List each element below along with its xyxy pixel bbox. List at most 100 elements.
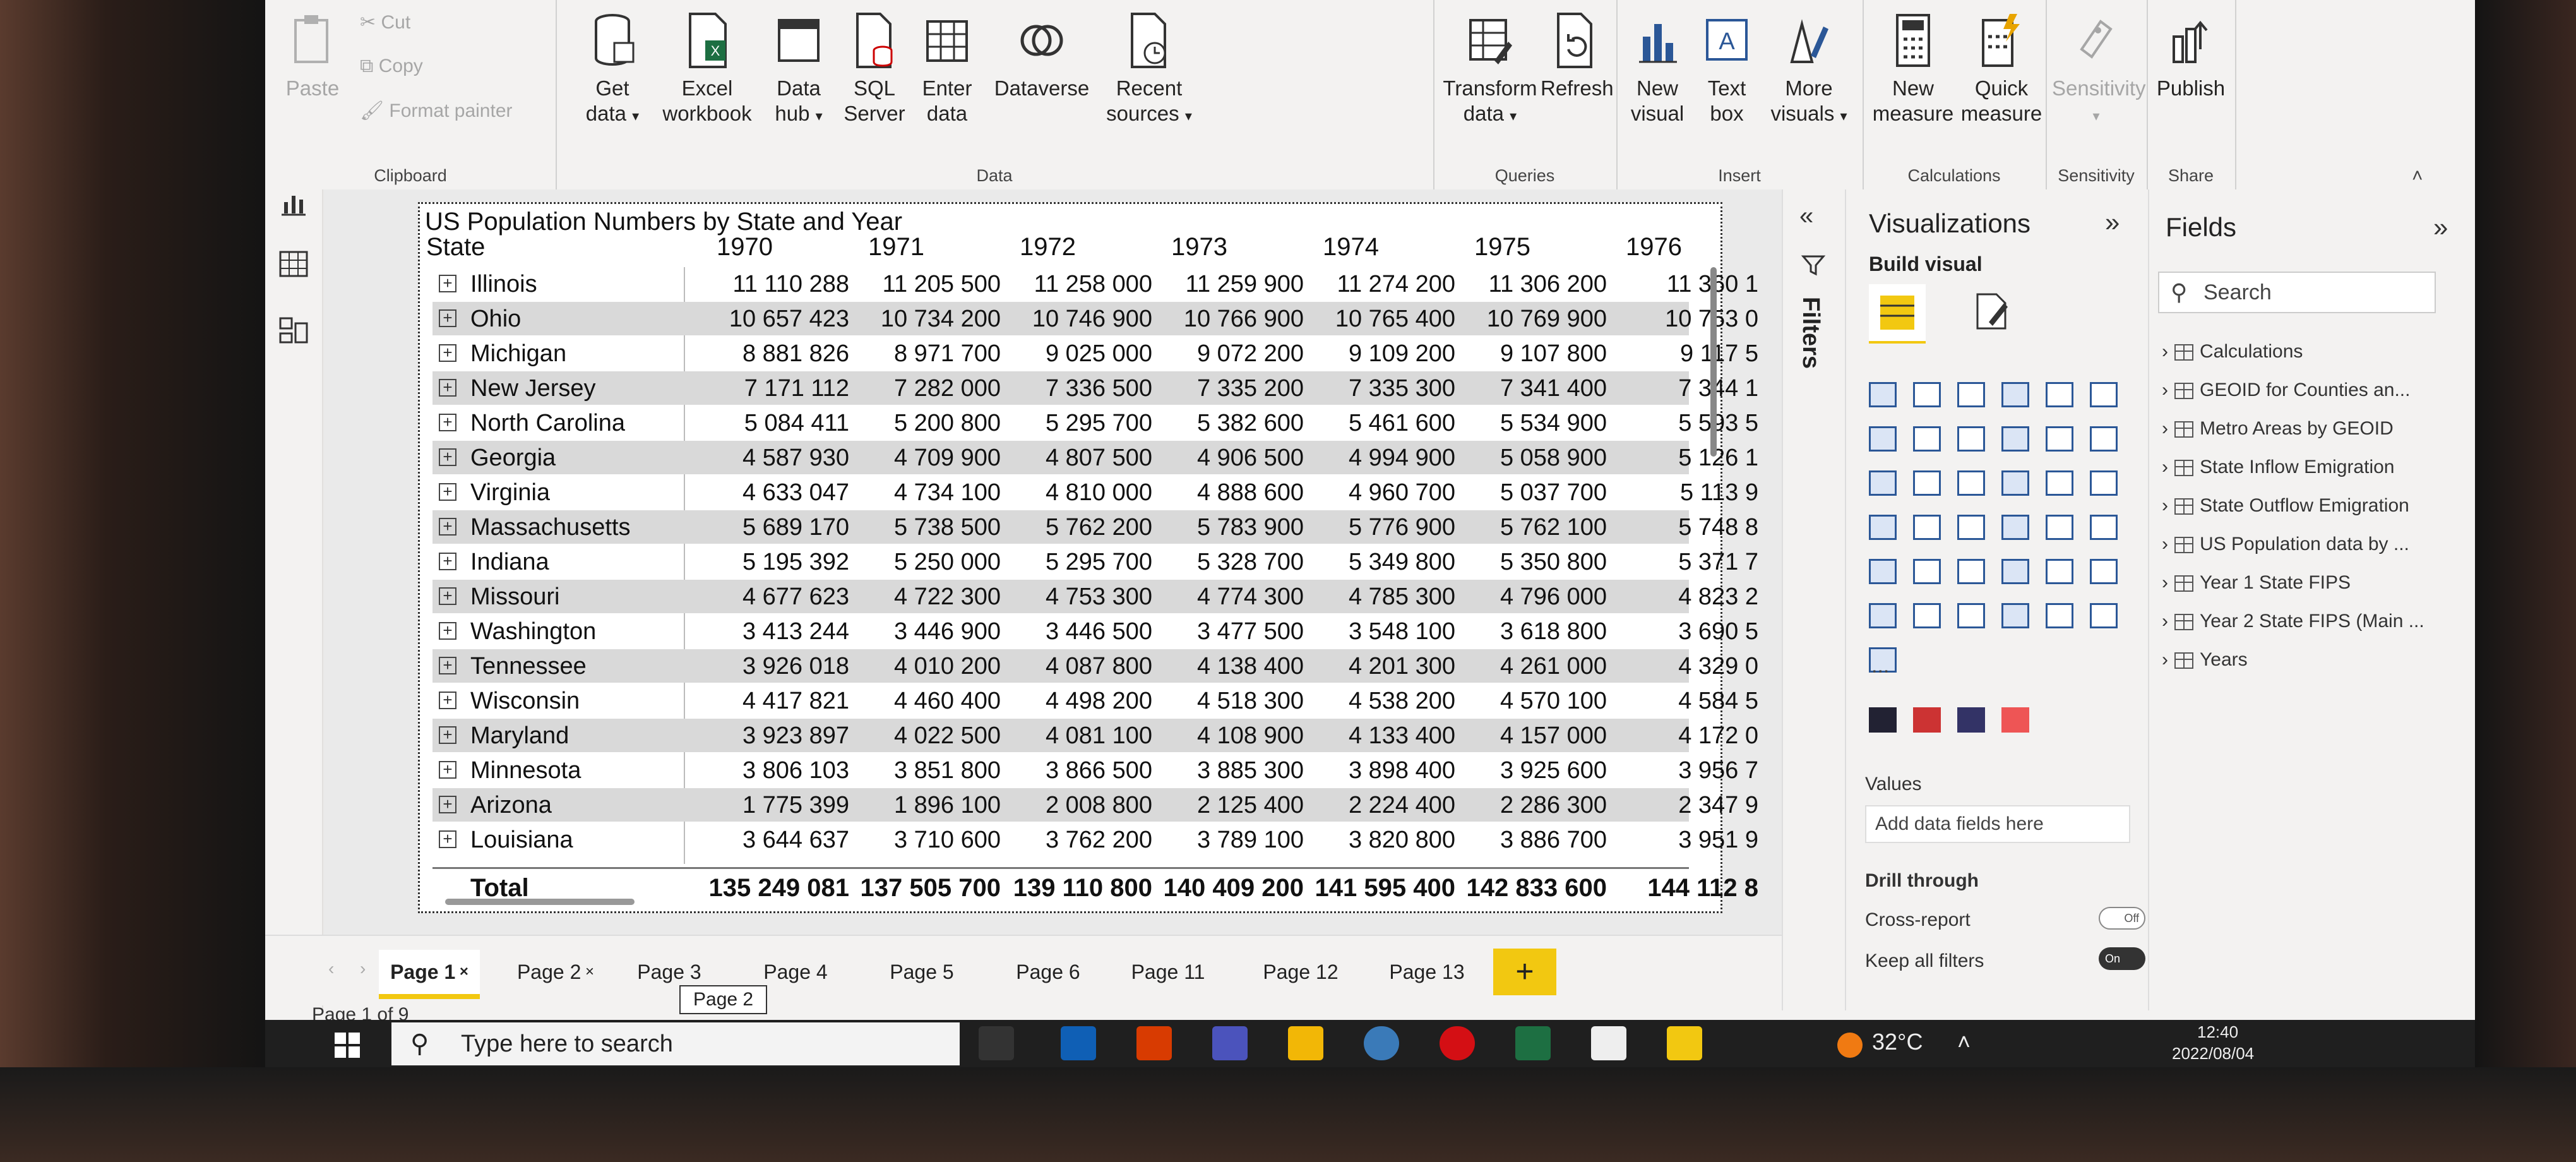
filters-pane[interactable]: « Filters	[1782, 189, 1846, 1010]
stacked-area-icon[interactable]	[1957, 426, 1985, 452]
quick-measure-button[interactable]: Quick measure	[1957, 11, 2046, 126]
close-tab-icon[interactable]: ×	[581, 963, 594, 980]
table-row[interactable]: + Virginia 4 633 047 4 734 100 4 810 000 4 88…	[432, 476, 1758, 509]
excel-workbook-button[interactable]: X Excel workbook	[660, 11, 754, 126]
paginated-report-icon[interactable]	[2001, 603, 2029, 628]
page-tab[interactable]: Page 2 ×	[505, 950, 606, 994]
clustered-bar-icon[interactable]	[1957, 382, 1985, 407]
column-header-year[interactable]: 1974	[1323, 233, 1379, 261]
data-hub-button[interactable]: Data hub ▾	[764, 11, 833, 129]
table-row[interactable]: + Washington 3 413 244 3 446 900 3 446 500 3 …	[432, 614, 1758, 648]
expand-row-icon[interactable]: +	[439, 275, 456, 292]
line-chart-icon[interactable]	[1869, 426, 1897, 452]
scroll-tabs-left-icon[interactable]: ‹	[328, 959, 334, 979]
clock-time[interactable]: 12:40	[2197, 1022, 2238, 1042]
cut-button[interactable]: ✂ Cut	[360, 11, 410, 33]
r-visual-icon[interactable]	[2001, 559, 2029, 584]
copy-button[interactable]: ⧉ Copy	[360, 56, 423, 77]
field-table-item[interactable]: › Calculations	[2162, 341, 2303, 362]
teams-icon[interactable]	[1212, 1026, 1248, 1060]
multirow-card-icon[interactable]	[2046, 515, 2073, 540]
field-table-item[interactable]: › Metro Areas by GEOID	[2162, 418, 2394, 440]
scatter-icon[interactable]	[1957, 470, 1985, 496]
sensitivity-button[interactable]: Sensitivity ▾	[2052, 11, 2146, 129]
field-table-item[interactable]: › State Inflow Emigration	[2162, 457, 2394, 478]
fields-search-input[interactable]: ⚲ Search	[2158, 272, 2436, 313]
table-row[interactable]: + Ohio 10 657 423 10 734 200 10 746 900 10 76…	[432, 302, 1758, 335]
page-tab[interactable]: Page 1 ×	[379, 950, 480, 999]
excel-taskbar-icon[interactable]	[1515, 1026, 1551, 1060]
slicer-icon[interactable]	[1869, 559, 1897, 584]
table-row[interactable]: + New Jersey 7 171 112 7 282 000 7 336 500 7 …	[432, 371, 1758, 405]
cross-report-toggle[interactable]: Off	[2099, 907, 2145, 930]
report-view-icon[interactable]	[278, 189, 309, 219]
add-page-button[interactable]: +	[1493, 949, 1556, 995]
scroll-tabs-right-icon[interactable]: ›	[360, 959, 366, 979]
line-clustered-icon[interactable]	[2046, 426, 2073, 452]
outlook-icon[interactable]	[1061, 1026, 1096, 1060]
expand-visualizations-icon[interactable]: »	[2105, 207, 2120, 237]
column-header-year[interactable]: 1973	[1171, 233, 1227, 261]
filled-map-icon[interactable]	[1913, 515, 1941, 540]
expand-row-icon[interactable]: +	[439, 587, 456, 605]
format-visual-icon[interactable]	[1972, 292, 2012, 331]
close-tab-icon[interactable]: ×	[455, 963, 468, 980]
column-header-year[interactable]: 1976	[1626, 233, 1682, 261]
field-table-item[interactable]: › Years	[2162, 649, 2248, 671]
table-row[interactable]: + Georgia 4 587 930 4 709 900 4 807 500 4 906…	[432, 441, 1758, 474]
expand-fields-icon[interactable]: »	[2433, 212, 2448, 243]
gauge-icon[interactable]	[1957, 515, 1985, 540]
opera-icon[interactable]	[1440, 1026, 1475, 1060]
funnel-icon[interactable]	[1913, 470, 1941, 496]
transform-data-button[interactable]: Transform data ▾	[1440, 11, 1541, 129]
page-tab[interactable]: Page 12	[1250, 950, 1351, 994]
expand-row-icon[interactable]: +	[439, 553, 456, 570]
card-icon[interactable]	[2001, 515, 2029, 540]
table-row[interactable]: + Illinois 11 110 288 11 205 500 11 258 000 1…	[432, 267, 1758, 301]
table-row[interactable]: + North Carolina 5 084 411 5 200 800 5 295 7…	[432, 406, 1758, 440]
table-row[interactable]: + Arizona 1 775 399 1 896 100 2 008 800 2 125…	[432, 788, 1758, 822]
sql-server-button[interactable]: SQL Server	[840, 11, 909, 126]
power-automate-icon[interactable]	[2090, 603, 2118, 628]
page-tab[interactable]: Page 11	[1118, 950, 1219, 994]
field-table-item[interactable]: › Year 2 State FIPS (Main ...	[2162, 611, 2424, 632]
expand-row-icon[interactable]: +	[439, 379, 456, 397]
custom-visual-3-icon[interactable]	[1957, 707, 1985, 733]
task-view-icon[interactable]	[979, 1026, 1014, 1060]
treemap-icon[interactable]	[2090, 470, 2118, 496]
table-view-icon[interactable]	[278, 249, 309, 279]
expand-row-icon[interactable]: +	[439, 796, 456, 813]
waterfall-icon[interactable]	[1869, 470, 1897, 496]
python-icon[interactable]	[1364, 1026, 1399, 1060]
column-header-year[interactable]: 1975	[1474, 233, 1530, 261]
expand-row-icon[interactable]: +	[439, 518, 456, 536]
expand-row-icon[interactable]: +	[439, 761, 456, 779]
collapse-filters-icon[interactable]: «	[1799, 202, 1813, 231]
table-row[interactable]: + Michigan 8 881 826 8 971 700 9 025 000 9 07…	[432, 337, 1758, 370]
table-row[interactable]: + Missouri 4 677 623 4 722 300 4 753 300 4 77…	[432, 580, 1758, 613]
stacked-bar-icon[interactable]	[1869, 382, 1897, 407]
add-data-fields-well[interactable]: Add data fields here	[1865, 805, 2130, 843]
expand-row-icon[interactable]: +	[439, 344, 456, 362]
text-box-button[interactable]: A Text box	[1695, 11, 1758, 126]
clustered-column-icon[interactable]	[2001, 382, 2029, 407]
new-visual-button[interactable]: New visual	[1623, 11, 1692, 126]
clock-date[interactable]: 2022/08/04	[2172, 1044, 2254, 1063]
table-row[interactable]: + Massachusetts 5 689 170 5 738 500 5 762 20…	[432, 510, 1758, 544]
expand-row-icon[interactable]: +	[439, 414, 456, 431]
table-row[interactable]: + Indiana 5 195 392 5 250 000 5 295 700 5 328…	[432, 545, 1758, 578]
page-tab[interactable]: Page 13	[1376, 950, 1477, 994]
get-data-button[interactable]: Get data ▾	[575, 11, 650, 129]
page-tab[interactable]: Page 5	[871, 950, 972, 994]
page-tab[interactable]: Page 6	[998, 950, 1099, 994]
taskbar-search-input[interactable]: ⚲ Type here to search	[391, 1022, 960, 1065]
matrix-icon[interactable]	[1957, 559, 1985, 584]
column-header-year[interactable]: 1972	[1020, 233, 1076, 261]
table-row[interactable]: + Louisiana 3 644 637 3 710 600 3 762 200 3 7…	[432, 823, 1758, 856]
dataverse-button[interactable]: Dataverse	[991, 11, 1092, 101]
100-column-icon[interactable]	[2090, 382, 2118, 407]
paste-button[interactable]: Paste	[278, 11, 347, 101]
custom-visual-4-icon[interactable]	[2001, 707, 2029, 733]
build-visual-tab[interactable]	[1869, 284, 1926, 344]
area-chart-icon[interactable]	[1913, 426, 1941, 452]
